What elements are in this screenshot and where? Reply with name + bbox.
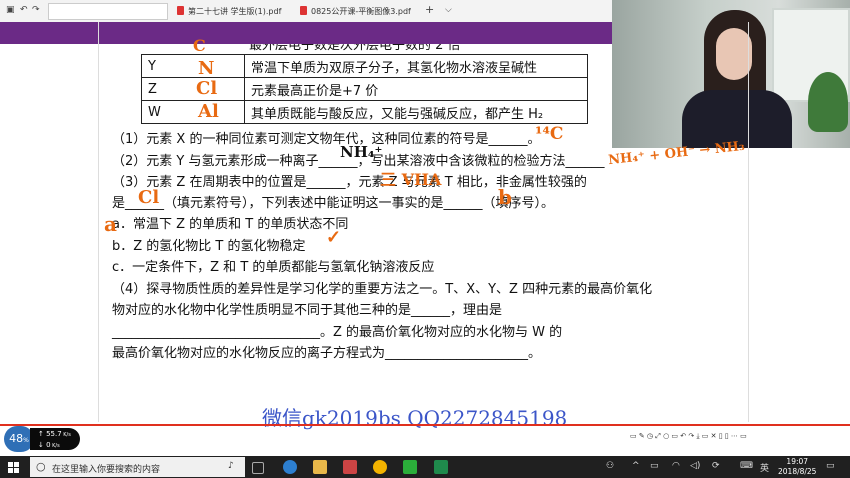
microphone-icon[interactable]: ♪ <box>228 461 234 471</box>
ink-nh4: NH₄⁺ <box>340 143 383 161</box>
pdf-icon <box>177 6 184 15</box>
tab-pdf-1[interactable]: 第二十七讲 学生版(1).pdf <box>177 4 281 19</box>
tab-label: 0825公开课-平衡图像3.pdf <box>311 7 411 16</box>
question-1: （1）元素 X 的一种同位素可测定文物年代，这种同位素的符号是______。 <box>112 132 541 147</box>
watermark: 微信gk2019bs QQ2272845198 <box>262 406 568 430</box>
red-divider <box>0 424 850 426</box>
question-4d: 最高价氧化物对应的水化物反应的离子方程式为___________________… <box>112 346 542 361</box>
ink-period: 三 VIIA <box>380 170 442 189</box>
ink-cl-answer: Cl <box>138 187 160 208</box>
notification-icon[interactable]: ▭ <box>826 461 835 471</box>
question-4a: （4）探寻物质性质的差异性是学习化学的重要方法之一。T、X、Y、Z 四种元素的最… <box>112 282 653 297</box>
new-tab-button[interactable]: + <box>425 3 434 16</box>
table-key: Z <box>141 77 245 101</box>
ink-cl: Cl <box>196 78 218 99</box>
table-value: 其单质既能与酸反应，又能与强碱反应，都产生 H₂ <box>244 100 588 124</box>
back-icon[interactable]: ↶ <box>20 5 28 15</box>
search-placeholder: 在这里输入你要搜索的内容 <box>52 465 161 475</box>
tab-dropdown-icon[interactable]: ⌵ <box>445 5 452 15</box>
edge-browser-icon[interactable] <box>283 460 297 474</box>
keyboard-icon[interactable]: ⌨ <box>740 461 753 471</box>
table-key: Y <box>141 54 245 78</box>
taskbar: ○ 在这里输入你要搜索的内容 ♪ ⚇ ^ ▭ ◠ ◁) ⟳ ⌨ 英 19:07 … <box>0 456 850 478</box>
table-value: 元素最高正价是+7 价 <box>244 77 588 101</box>
sync-icon[interactable]: ⟳ <box>712 461 720 471</box>
ink-b: b <box>498 185 512 209</box>
store-icon[interactable] <box>343 460 357 474</box>
person-face <box>716 28 752 80</box>
media-player-icon[interactable] <box>373 460 387 474</box>
app-icon[interactable] <box>434 460 448 474</box>
wechat-icon[interactable] <box>403 460 417 474</box>
option-a: a．常温下 Z 的单质和 T 的单质状态不同 <box>112 217 349 232</box>
webcam-video <box>612 0 850 148</box>
ink-c: C <box>193 36 206 55</box>
ime-indicator[interactable]: 英 <box>760 461 769 474</box>
question-3a: （3）元素 Z 在周期表中的位置是______，元素 Z 与元素 T 相比，非金… <box>112 175 587 190</box>
tab-label: 第二十七讲 学生版(1).pdf <box>188 7 282 16</box>
battery-icon[interactable]: ▭ <box>650 461 659 471</box>
network-speed-widget[interactable]: 48% ↑ 55.7 K/s ↓ 0 K/s <box>4 426 82 452</box>
task-view-icon[interactable] <box>252 462 264 474</box>
address-box[interactable] <box>48 3 168 20</box>
partial-top-row: 最外层电子数是次外层电子数的 2 倍 <box>249 44 461 53</box>
wifi-icon[interactable]: ◠ <box>672 461 680 471</box>
ink-check: ✓ <box>326 227 342 248</box>
browser-tab-bar: ▣ ↶ ↷ 第二十七讲 学生版(1).pdf 0825公开课-平衡图像3.pdf… <box>0 0 612 23</box>
tray-chevron-icon[interactable]: ^ <box>632 461 640 471</box>
table-key: W <box>141 100 245 124</box>
plant <box>808 72 848 132</box>
question-4c: ________________________________。Z 的最高价氧… <box>112 325 563 340</box>
window-icon[interactable]: ▣ <box>6 5 15 15</box>
ink-n: N <box>198 58 215 79</box>
table-value: 常温下单质为双原子分子，其氢化物水溶液呈碱性 <box>244 54 588 78</box>
file-explorer-icon[interactable] <box>313 460 327 474</box>
volume-icon[interactable]: ◁) <box>690 461 700 471</box>
pdf-icon <box>300 6 307 15</box>
clock[interactable]: 19:07 2018/8/25 <box>778 457 816 477</box>
people-icon[interactable]: ⚇ <box>606 461 614 471</box>
toolbar-bar <box>0 22 612 44</box>
option-b: b．Z 的氢化物比 T 的氢化物稳定 <box>112 239 306 254</box>
pdf-tool-strip[interactable]: ▭ ✎ ◷ ⤢ ○ ▭ ↶ ↷ ⤓ ▭ ✕ ▯ ▯ ⋯ ▭ <box>630 432 747 441</box>
question-4b: 物对应的水化物中化学性质明显不同于其他三种的是______，理由是 <box>112 303 503 318</box>
option-c: c．一定条件下，Z 和 T 的单质都能与氢氧化钠溶液反应 <box>112 260 435 275</box>
tab-pdf-2[interactable]: 0825公开课-平衡图像3.pdf <box>300 4 411 19</box>
ink-a-mark: a <box>104 212 117 236</box>
page-border-left <box>98 22 99 422</box>
search-icon: ○ <box>36 460 46 473</box>
speed-readout: ↑ 55.7 K/s ↓ 0 K/s <box>30 428 80 450</box>
forward-icon[interactable]: ↷ <box>32 5 40 15</box>
ink-al: Al <box>198 101 219 122</box>
windows-start-icon[interactable] <box>8 462 19 473</box>
question-3b: 是______（填元素符号），下列表述中能证明这一事实的是______（填序号）… <box>112 196 555 211</box>
ink-c14: ¹⁴C <box>535 124 564 144</box>
taskbar-search[interactable]: ○ 在这里输入你要搜索的内容 ♪ <box>30 457 245 477</box>
page-border-right <box>748 22 749 422</box>
